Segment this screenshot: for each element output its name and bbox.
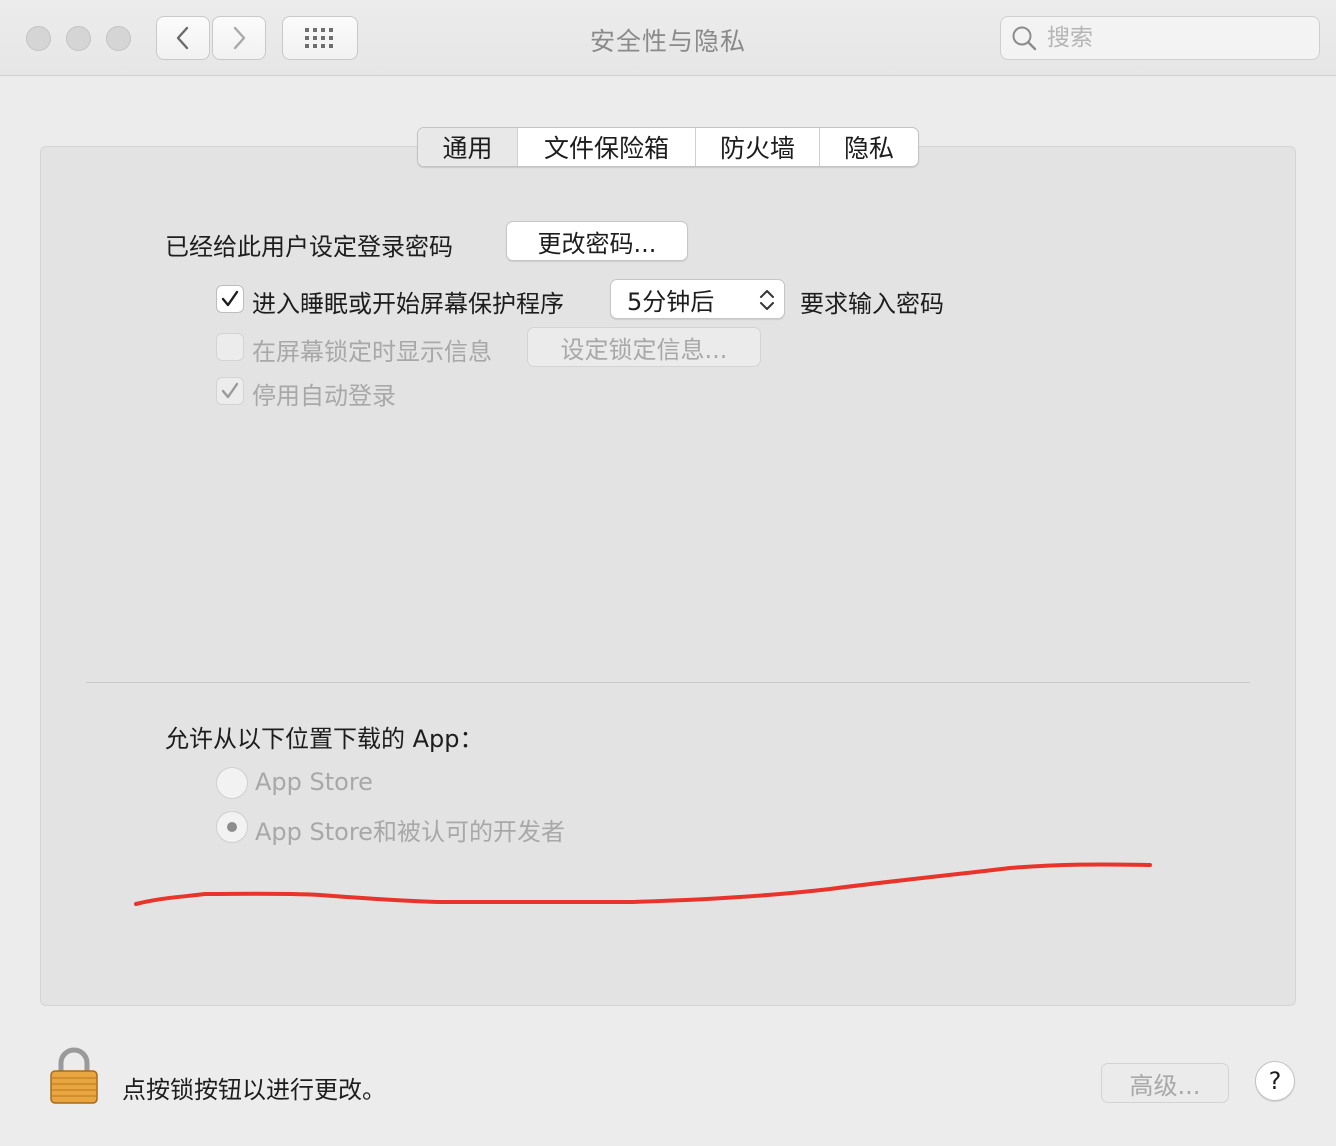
show-lock-message-label: 在屏幕锁定时显示信息 — [252, 338, 492, 366]
title-bar: 安全性与隐私 — [0, 0, 1336, 76]
password-delay-select[interactable]: 5分钟后 — [610, 279, 785, 319]
require-password-label: 进入睡眠或开始屏幕保护程序 — [252, 290, 564, 318]
require-password-checkbox[interactable] — [216, 285, 244, 313]
tab-filevault[interactable]: 文件保险箱 — [518, 128, 696, 166]
advanced-button[interactable]: 高级... — [1101, 1063, 1229, 1103]
tab-privacy[interactable]: 隐私 — [820, 128, 918, 166]
content-panel — [40, 146, 1296, 1006]
search-icon — [1012, 26, 1037, 51]
password-set-label: 已经给此用户设定登录密码 — [165, 233, 453, 261]
search-field[interactable] — [1000, 16, 1320, 60]
lock-icon[interactable] — [48, 1046, 100, 1106]
disable-auto-login-checkbox[interactable] — [216, 377, 244, 405]
require-password-suffix: 要求输入密码 — [800, 290, 944, 318]
tab-firewall[interactable]: 防火墙 — [696, 128, 820, 166]
help-button[interactable]: ? — [1255, 1061, 1295, 1101]
password-delay-value: 5分钟后 — [627, 287, 715, 316]
download-source-heading: 允许从以下位置下载的 App： — [165, 725, 484, 753]
up-down-arrows-icon — [760, 290, 774, 310]
tab-bar: 通用 文件保险箱 防火墙 隐私 — [417, 127, 919, 167]
search-input[interactable] — [1047, 25, 1297, 51]
radio-app-store[interactable] — [216, 767, 248, 799]
checkmark-icon — [221, 290, 239, 307]
radio-app-store-identified-developers[interactable] — [216, 811, 248, 843]
disable-auto-login-label: 停用自动登录 — [252, 382, 396, 410]
tab-general[interactable]: 通用 — [418, 128, 518, 166]
set-lock-message-button[interactable]: 设定锁定信息... — [527, 327, 761, 367]
radio-app-store-label: App Store — [255, 768, 373, 796]
radio-app-store-identified-developers-label: App Store和被认可的开发者 — [255, 818, 565, 846]
show-lock-message-checkbox[interactable] — [216, 333, 244, 361]
radio-selected-dot — [227, 822, 237, 832]
checkmark-icon — [221, 382, 239, 399]
lock-message: 点按锁按钮以进行更改。 — [122, 1076, 386, 1104]
section-divider — [86, 682, 1250, 683]
change-password-button[interactable]: 更改密码... — [506, 221, 688, 261]
